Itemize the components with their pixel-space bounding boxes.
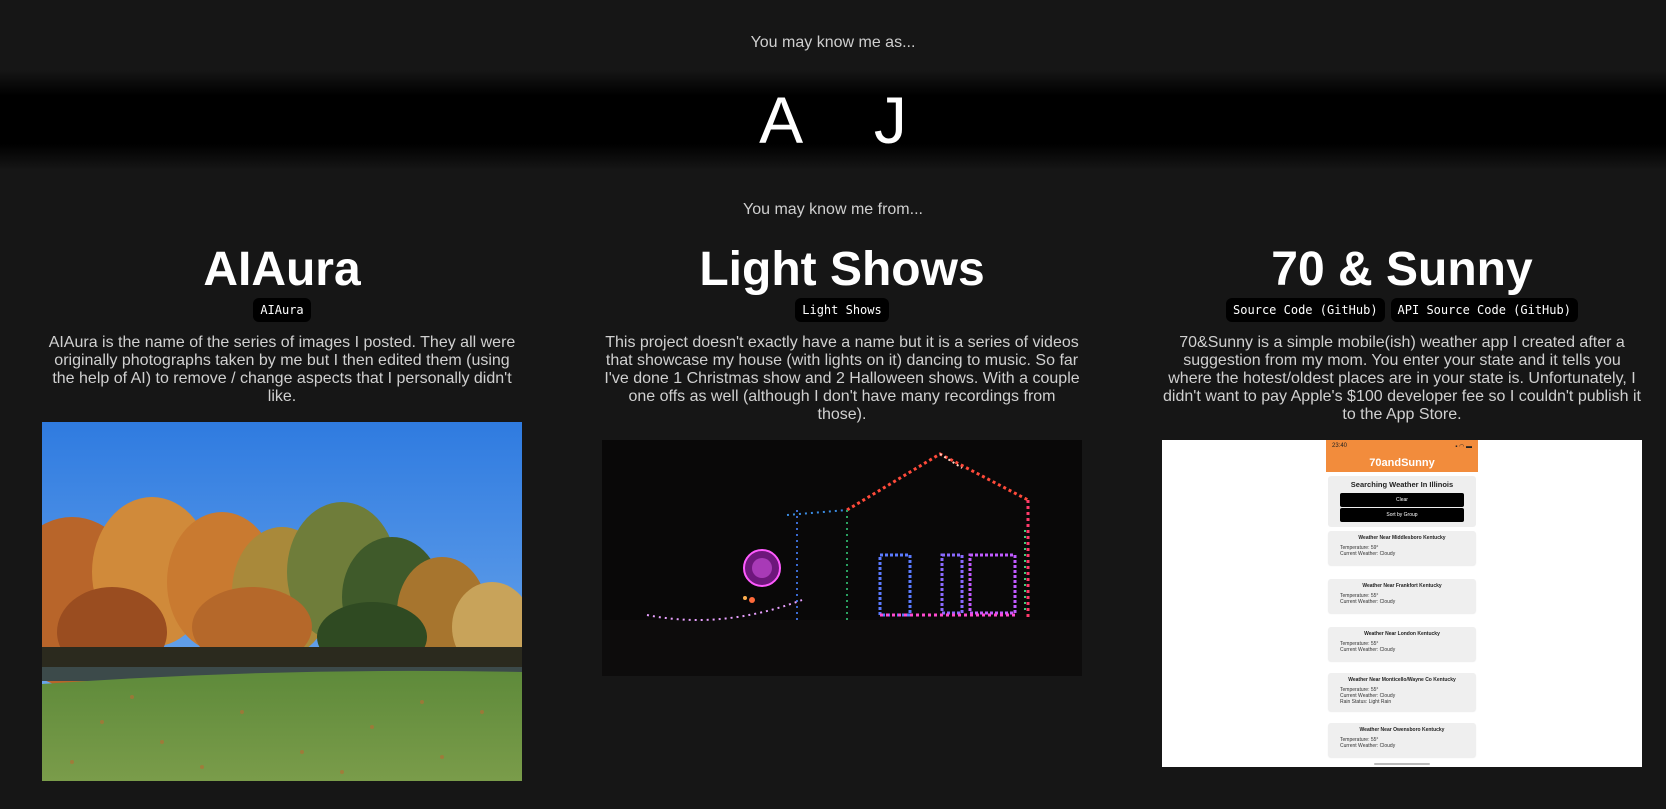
weather-card-title: Weather Near Middlesboro Kentucky [1358, 535, 1446, 541]
search-title: Searching Weather In Illinois [1350, 480, 1454, 489]
weather-card-title: Weather Near Monticello/Wayne Co Kentuck… [1348, 677, 1456, 683]
weather-card-title: Weather Near Owensboro Kentucky [1359, 727, 1445, 733]
weather-card-title: Weather Near London Kentucky [1364, 631, 1440, 637]
project-70-and-sunny: 70 & Sunny Source Code (GitHub) API Sour… [1162, 242, 1642, 767]
weather-card: Weather Near Middlesboro Kentucky Temper… [1328, 531, 1476, 565]
light-shows-link-badge[interactable]: Light Shows [795, 298, 889, 322]
name-heading: A J [759, 83, 935, 157]
source-code-github-badge[interactable]: Source Code (GitHub) [1226, 298, 1385, 322]
intro-from-text: You may know me from... [743, 201, 923, 218]
autumn-landscape-image [42, 422, 522, 781]
project-links: Light Shows [602, 298, 1082, 322]
weather-card-condition: Current Weather: Cloudy [1340, 551, 1396, 557]
weather-app-screenshot: 23:40 ▪ ◠ ▬ 70andSunny Searching Weather… [1162, 440, 1642, 767]
aiaura-link-badge[interactable]: AIAura [253, 298, 311, 322]
status-icons: ▪ ◠ ▬ [1455, 444, 1472, 450]
weather-card-condition: Current Weather: Cloudy [1340, 647, 1396, 653]
project-description: 70&Sunny is a simple mobile(ish) weather… [1163, 334, 1641, 423]
weather-card-rain: Rain Status: Light Rain [1340, 699, 1392, 705]
search-card: Searching Weather In Illinois Clear Sort… [1328, 476, 1476, 527]
project-description: AIAura is the name of the series of imag… [48, 334, 516, 405]
intro-as-text: You may know me as... [750, 34, 916, 51]
weather-card: Weather Near Owensboro Kentucky Temperat… [1328, 723, 1476, 757]
sort-by-group-button: Sort by Group [1340, 508, 1464, 522]
weather-card: Weather Near Monticello/Wayne Co Kentuck… [1328, 673, 1476, 711]
home-indicator [1374, 763, 1430, 765]
project-description: This project doesn't exactly have a name… [604, 334, 1080, 423]
project-title: AIAura [203, 243, 361, 296]
name-banner: A J [0, 70, 1666, 170]
weather-card-condition: Current Weather: Cloudy [1340, 743, 1396, 749]
weather-card: Weather Near Frankfort Kentucky Temperat… [1328, 579, 1476, 613]
weather-card-title: Weather Near Frankfort Kentucky [1362, 583, 1442, 589]
phone-screenshot: 23:40 ▪ ◠ ▬ 70andSunny Searching Weather… [1162, 440, 1642, 767]
project-title: 70 & Sunny [1271, 243, 1533, 296]
app-title: 70andSunny [1369, 457, 1435, 469]
weather-card: Weather Near London Kentucky Temperature… [1328, 627, 1476, 661]
project-links: AIAura [42, 298, 522, 322]
phone-screen: 23:40 ▪ ◠ ▬ 70andSunny Searching Weather… [1326, 440, 1478, 767]
light-shows-image [602, 440, 1082, 676]
project-title: Light Shows [699, 243, 985, 296]
app-header: 23:40 ▪ ◠ ▬ 70andSunny [1326, 440, 1478, 472]
weather-card-condition: Current Weather: Cloudy [1340, 599, 1396, 605]
project-aiaura: AIAura AIAura AIAura is the name of the … [42, 242, 522, 781]
clear-button: Clear [1340, 493, 1464, 507]
api-source-code-github-badge[interactable]: API Source Code (GitHub) [1390, 298, 1578, 322]
aiaura-photo [42, 422, 522, 781]
project-light-shows: Light Shows Light Shows This project doe… [602, 242, 1082, 676]
house-lights-image [602, 440, 1082, 676]
status-time: 23:40 [1332, 443, 1348, 449]
project-links: Source Code (GitHub) API Source Code (Gi… [1162, 298, 1642, 322]
